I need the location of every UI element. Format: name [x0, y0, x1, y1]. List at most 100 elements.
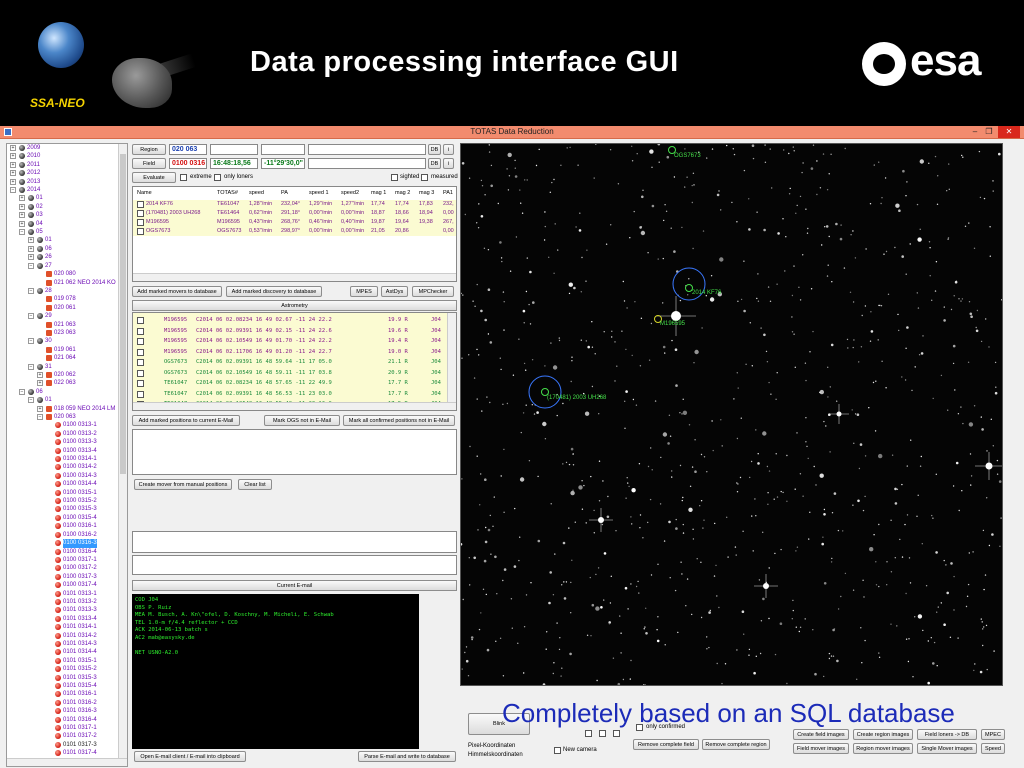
astrometry-row[interactable]: M196595 C2014 06 02.11706 16 49 01.20 -11…	[133, 347, 443, 358]
movers-column-header[interactable]: PA	[281, 189, 288, 198]
collapse-icon[interactable]: −	[19, 229, 25, 236]
tree-item[interactable]: +01	[7, 194, 127, 202]
tree-item[interactable]: − 30	[7, 337, 127, 345]
tree-item[interactable]: 0100 0315-4	[7, 514, 127, 522]
manual-positions-list[interactable]	[132, 429, 457, 475]
collapse-icon[interactable]: −	[28, 313, 34, 320]
tree-item[interactable]: 0100 0316-2	[7, 531, 127, 539]
tree-item[interactable]: 0101 0313-4	[7, 615, 127, 623]
expand-icon[interactable]: +	[19, 203, 25, 210]
dec-field[interactable]: -11°29'30,0"	[261, 158, 305, 169]
measured-checkbox[interactable]	[421, 174, 428, 181]
tree-item[interactable]: 0101 0316-2	[7, 699, 127, 707]
ra-field[interactable]: 16:48:18,56	[210, 158, 258, 169]
tree-item[interactable]: 0101 0317-4	[7, 749, 127, 757]
tree-item[interactable]: − 31	[7, 363, 127, 371]
astrometry-checkbox[interactable]	[137, 327, 144, 335]
minimize-button[interactable]: –	[968, 126, 982, 138]
expand-icon[interactable]: +	[37, 405, 43, 412]
tree-item[interactable]: +2011	[7, 161, 127, 169]
clear-list-button[interactable]: Clear list	[238, 479, 272, 490]
tree-item[interactable]: − 05	[7, 228, 127, 236]
tree-item[interactable]: 021 064	[7, 354, 127, 362]
collapse-icon[interactable]: −	[28, 363, 34, 370]
tree-item[interactable]: 019 078	[7, 295, 127, 303]
expand-icon[interactable]: +	[10, 145, 16, 151]
field-db-button[interactable]: DB	[428, 158, 441, 169]
astrometry-horizontal-scrollbar[interactable]	[133, 402, 456, 410]
frame-3-checkbox[interactable]	[613, 730, 620, 737]
tree-item[interactable]: 0100 0316-1	[7, 522, 127, 530]
tree-item[interactable]: 0100 0313-3	[7, 438, 127, 446]
remove-region-button[interactable]: Remove complete region	[702, 739, 770, 750]
movers-column-header[interactable]: TOTAS#	[217, 189, 238, 198]
sky-image[interactable]: OGS7673 2014 KF76 M196595 (170481) 2003 …	[460, 143, 1003, 686]
region-extra-field-2[interactable]	[261, 144, 305, 155]
astrometry-vertical-scrollbar[interactable]	[447, 313, 456, 410]
tree-item[interactable]: 020 080	[7, 270, 127, 278]
mover-checkbox[interactable]	[137, 201, 144, 208]
tree-item[interactable]: 0100 0317-2	[7, 564, 127, 572]
collapse-icon[interactable]: −	[28, 287, 34, 294]
add-discovery-button[interactable]: Add marked discovery to database	[226, 286, 322, 297]
mpchecker-button[interactable]: MPChecker	[412, 286, 454, 297]
tree-item[interactable]: 0101 0316-3	[7, 707, 127, 715]
tree-item[interactable]: 0100 0315-3	[7, 505, 127, 513]
field-info-button[interactable]: i	[443, 158, 454, 169]
tree-item[interactable]: 023 063	[7, 329, 127, 337]
astrometry-row[interactable]: M196595 C2014 06 02.08234 16 49 02.67 -11…	[133, 315, 443, 326]
frame-2-checkbox[interactable]	[599, 730, 606, 737]
field-loners-button[interactable]: Field loners -> DB	[917, 729, 977, 740]
create-field-images-button[interactable]: Create field images	[793, 729, 849, 740]
tree-item[interactable]: 0101 0313-3	[7, 606, 127, 614]
tree-item[interactable]: +06	[7, 245, 127, 253]
tree-item[interactable]: 0100 0316-3	[7, 539, 127, 548]
region-comment-field[interactable]	[308, 144, 426, 155]
mover-checkbox[interactable]	[137, 219, 144, 226]
field-comment-field[interactable]	[308, 158, 426, 169]
astrometry-row[interactable]: TE61047 C2014 06 02.08234 16 48 57.65 -11…	[133, 378, 443, 389]
collapse-icon[interactable]: −	[28, 338, 34, 345]
tree-item[interactable]: 0100 0313-2	[7, 430, 127, 438]
astrometry-checkbox[interactable]	[137, 369, 144, 377]
mover-checkbox[interactable]	[137, 228, 144, 235]
tree-item[interactable]: 0100 0315-2	[7, 497, 127, 505]
manual-entry-list[interactable]	[132, 531, 457, 553]
tree-item[interactable]: 0101 0315-3	[7, 674, 127, 682]
tree-item[interactable]: − 28	[7, 287, 127, 295]
mpec-button[interactable]: MPEC	[981, 729, 1005, 740]
region-db-button[interactable]: DB	[428, 144, 441, 155]
tree-item[interactable]: 021 062 NEO 2014 KO	[7, 279, 127, 287]
speed-button[interactable]: Speed	[981, 743, 1005, 754]
create-mover-button[interactable]: Create mover from manual positions	[134, 479, 232, 490]
single-mover-images-button[interactable]: Single Mover images	[917, 743, 977, 754]
tree-item[interactable]: +04	[7, 220, 127, 228]
open-email-client-button[interactable]: Open E-mail client / E-mail into clipboa…	[134, 751, 246, 762]
tree-item[interactable]: 0101 0315-4	[7, 682, 127, 690]
tree-item[interactable]: 0101 0315-1	[7, 657, 127, 665]
astrometry-checkbox[interactable]	[137, 348, 144, 356]
tree-item[interactable]: 0100 0313-4	[7, 447, 127, 455]
tree-item[interactable]: 0101 0314-4	[7, 648, 127, 656]
tree-item[interactable]: 0101 0313-1	[7, 590, 127, 598]
collapse-icon[interactable]: −	[10, 187, 16, 194]
tree-item[interactable]: 0100 0317-1	[7, 556, 127, 564]
tree-item[interactable]: +02	[7, 203, 127, 211]
mark-ogs-button[interactable]: Mark OGS not in E-Mail	[264, 415, 340, 426]
movers-horizontal-scrollbar[interactable]	[133, 273, 456, 281]
tree-item[interactable]: 0101 0313-2	[7, 598, 127, 606]
tree-item[interactable]: 0101 0317-3	[7, 741, 127, 749]
tree-item[interactable]: 0100 0314-1	[7, 455, 127, 463]
movers-table-row[interactable]: OGS7673 OGS7673 0,53''/min 298,97° 0,00''/mi…	[133, 227, 456, 236]
tree-item[interactable]: 0101 0314-2	[7, 632, 127, 640]
astrometry-row[interactable]: OGS7673 C2014 06 02.10549 16 48 59.11 -11…	[133, 368, 443, 379]
tree-item[interactable]: 021 063	[7, 321, 127, 329]
tree-item[interactable]: +018 059 NEO 2014 LM	[7, 405, 127, 413]
tree-scroll-thumb[interactable]	[120, 154, 126, 474]
expand-icon[interactable]: +	[37, 380, 43, 387]
tree-item[interactable]: 0100 0315-1	[7, 489, 127, 497]
tree-item[interactable]: 0101 0314-1	[7, 623, 127, 631]
movers-column-header[interactable]: mag 1	[371, 189, 386, 198]
maximize-button[interactable]: ❐	[982, 126, 996, 138]
astrometry-list[interactable]: M196595 C2014 06 02.08234 16 49 02.67 -11…	[132, 312, 457, 411]
